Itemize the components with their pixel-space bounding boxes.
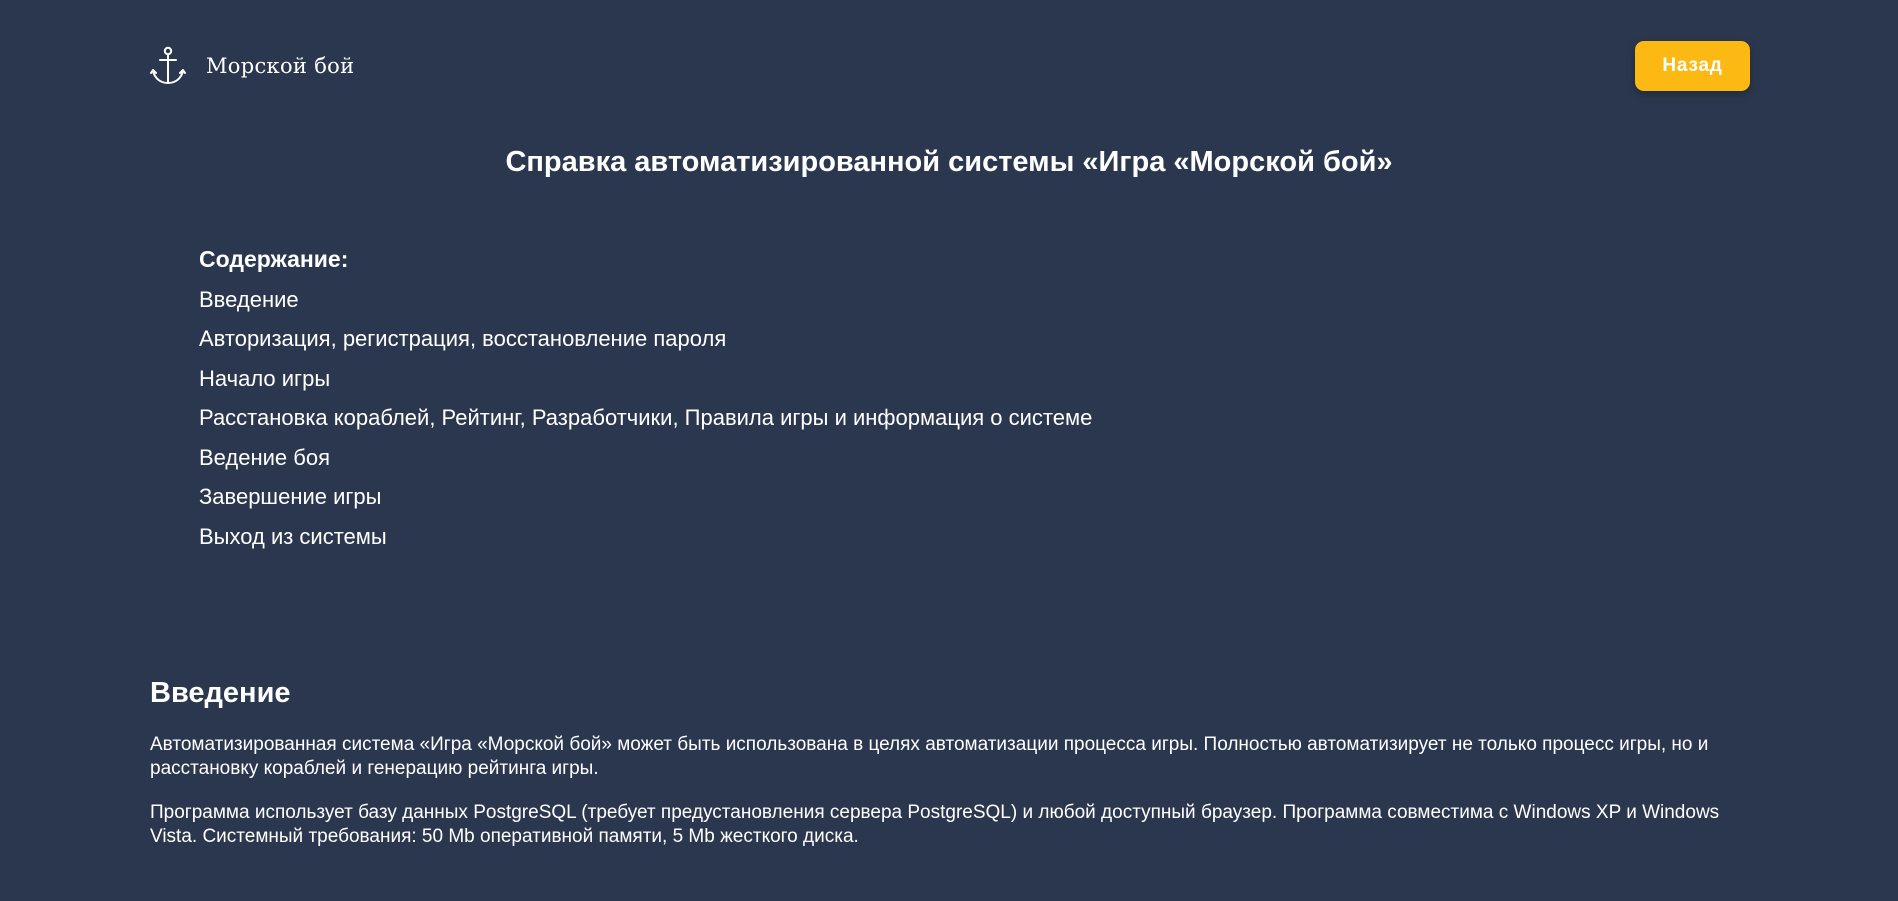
logo-text: Морской бой: [206, 54, 355, 78]
toc-item-ship-placement[interactable]: Расстановка кораблей, Рейтинг, Разработч…: [199, 398, 1092, 438]
intro-paragraph: Программа использует базу данных Postgre…: [150, 802, 1720, 847]
section-title-introduction: Введение: [150, 677, 291, 709]
toc-item-logout[interactable]: Выход из системы: [199, 517, 1092, 557]
intro-paragraph: Автоматизированная система «Игра «Морско…: [150, 734, 1709, 779]
toc-item-game-start[interactable]: Начало игры: [199, 359, 1092, 399]
table-of-contents: Содержание: Введение Авторизация, регист…: [199, 240, 1092, 556]
section-introduction: Автоматизированная система «Игра «Морско…: [150, 733, 1750, 869]
toc-item-introduction[interactable]: Введение: [199, 280, 1092, 320]
anchor-icon: [150, 46, 186, 84]
toc-heading: Содержание:: [199, 246, 349, 272]
logo[interactable]: Морской бой: [150, 46, 354, 86]
toc-item-battle[interactable]: Ведение боя: [199, 438, 1092, 478]
toc-list: Введение Авторизация, регистрация, восст…: [199, 280, 1092, 557]
page-title: Справка автоматизированной системы «Игра…: [505, 146, 1393, 178]
header: Морской бой Назад: [0, 0, 1898, 132]
toc-item-authorization[interactable]: Авторизация, регистрация, восстановление…: [199, 319, 1092, 359]
toc-item-game-end[interactable]: Завершение игры: [199, 477, 1092, 517]
back-button[interactable]: Назад: [1635, 41, 1750, 91]
